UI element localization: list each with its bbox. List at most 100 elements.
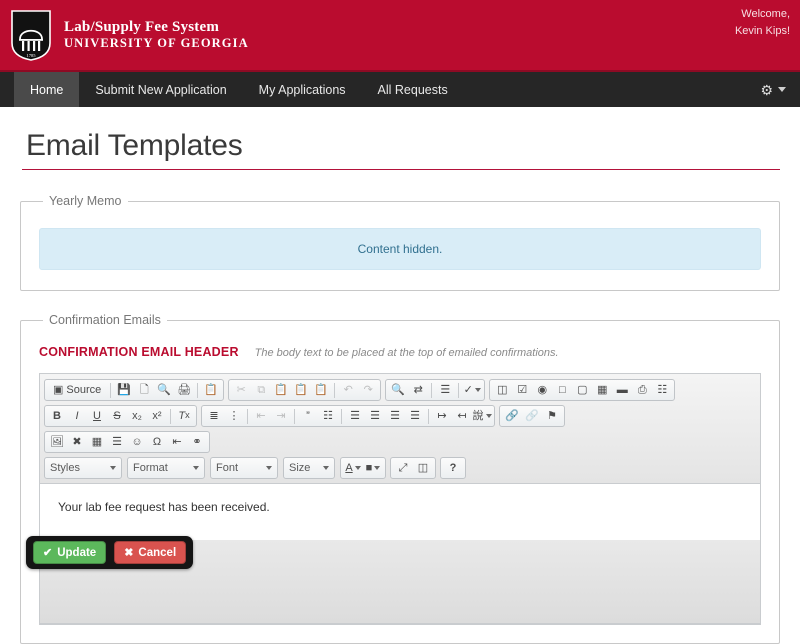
update-button[interactable]: ✔ Update [33,541,107,564]
bulleted-list-icon[interactable]: ⋮ [224,407,244,425]
chevron-down-icon[interactable] [354,466,361,470]
maximize-icon[interactable]: ⤢ [393,459,413,477]
new-page-icon[interactable]: 🗋 [134,381,154,399]
chevron-down-icon[interactable] [193,466,199,470]
editor-toolbar-row-2: B I U S x₂ x² Tx ≣ ⋮ ⇤ ⇥ ” ☷ ☰ ☰ ☰ ☰ ↦ ↤… [42,403,758,429]
rtl-icon[interactable]: ↤ [452,407,472,425]
bg-color-icon[interactable]: ■ [363,459,383,477]
replace-icon[interactable]: ⇄ [408,381,428,399]
table-icon[interactable]: ▦ [87,433,107,451]
rich-text-editor[interactable]: ▣ Source 💾 🗋 🔍 🖨 📋 ✂ ⧉ 📋 📋 📋 ↶ ↷ 🔍 ⇄ ☰ ✓… [39,373,761,625]
underline-icon[interactable]: U [87,407,107,425]
italic-icon[interactable]: I [67,407,87,425]
confirmation-emails-section: Confirmation Emails CONFIRMATION EMAIL H… [20,313,780,644]
divider [294,408,295,424]
page-break-icon[interactable]: ⇤ [167,433,187,451]
source-icon[interactable]: ▣ Source [47,381,107,399]
about-icon[interactable]: ? [443,459,463,477]
language-icon[interactable]: 說 [472,407,492,425]
check-icon: ✔ [43,547,53,559]
strike-icon[interactable]: S [107,407,127,425]
confirmation-email-header-help: The body text to be placed at the top of… [254,347,559,359]
remove-format-icon[interactable]: Tx [174,407,194,425]
text-color-icon[interactable]: A [343,459,363,477]
settings-menu[interactable]: ⚙ [760,72,800,107]
checkbox-icon[interactable]: ☑ [512,381,532,399]
select-all-icon[interactable]: ☰ [435,381,455,399]
editor-content-area[interactable]: Your lab fee request has been received. [40,484,760,540]
anchor-icon[interactable]: ⚑ [542,407,562,425]
indent-icon[interactable]: ⇥ [271,407,291,425]
paste-word-icon[interactable]: 📋 [311,381,331,399]
smiley-icon[interactable]: ☺ [127,433,147,451]
align-left-icon[interactable]: ☰ [345,407,365,425]
image-icon[interactable]: 🖼 [47,433,67,451]
editor-content-text: Your lab fee request has been received. [58,500,270,514]
brand[interactable]: 1785 Lab/Supply Fee System UNIVERSITY OF… [0,9,249,61]
textfield-icon[interactable]: □ [552,381,572,399]
justify-icon[interactable]: ☰ [405,407,425,425]
chevron-down-icon[interactable] [266,466,272,470]
subscript-icon[interactable]: x₂ [127,407,147,425]
select-icon[interactable]: ▦ [592,381,612,399]
form-action-bar: ✔ Update ✖ Cancel [26,536,194,569]
paste-icon[interactable]: 📋 [271,381,291,399]
format-combo-label: Format [133,462,168,474]
nav-item-home[interactable]: Home [14,72,80,107]
button-icon[interactable]: ▬ [612,381,632,399]
divider [458,382,460,398]
form-elements-group: ◫ ☑ ◉ □ ▢ ▦ ▬ ⎙ ☷ [489,379,676,401]
flash-icon[interactable]: ✖ [67,433,87,451]
align-right-icon[interactable]: ☰ [385,407,405,425]
chevron-down-icon[interactable] [778,87,786,92]
nav-item-my-applications[interactable]: My Applications [243,72,362,107]
numbered-list-icon[interactable]: ≣ [204,407,224,425]
cancel-button[interactable]: ✖ Cancel [114,541,187,564]
unlink-icon[interactable]: 🔗 [522,407,542,425]
align-center-icon[interactable]: ☰ [365,407,385,425]
chevron-down-icon[interactable] [485,414,492,418]
blockquote-icon[interactable]: ” [298,407,318,425]
nav-item-all-requests[interactable]: All Requests [362,72,464,107]
font-combo[interactable]: Font [210,457,278,479]
yearly-memo-notice: Content hidden. [39,228,761,270]
chevron-down-icon[interactable] [474,388,481,392]
chevron-down-icon[interactable] [374,466,381,470]
radio-icon[interactable]: ◉ [532,381,552,399]
nav-item-submit-new-application[interactable]: Submit New Application [79,72,242,107]
form-icon[interactable]: ◫ [492,381,512,399]
undo-icon[interactable]: ↶ [338,381,358,399]
bold-icon[interactable]: B [47,407,67,425]
styles-combo[interactable]: Styles [44,457,122,479]
preview-icon[interactable]: 🔍 [154,381,174,399]
find-icon[interactable]: 🔍 [388,381,408,399]
redo-icon[interactable]: ↷ [358,381,378,399]
textarea-icon[interactable]: ▢ [572,381,592,399]
save-icon[interactable]: 💾 [114,381,134,399]
page-title: Email Templates [26,129,243,162]
print-icon[interactable]: 🖨 [174,381,194,399]
size-combo[interactable]: Size [283,457,335,479]
imagebutton-icon[interactable]: ⎙ [632,381,652,399]
copy-icon[interactable]: ⧉ [251,381,271,399]
spellcheck-icon[interactable]: ✓ [462,381,482,399]
styles-combo-label: Styles [50,462,80,474]
horizontal-rule-icon[interactable]: ☰ [107,433,127,451]
outdent-icon[interactable]: ⇤ [251,407,271,425]
iframe-icon[interactable]: ⚭ [187,433,207,451]
ltr-icon[interactable]: ↦ [432,407,452,425]
superscript-icon[interactable]: x² [147,407,167,425]
gear-icon[interactable]: ⚙ [760,83,773,97]
chevron-down-icon[interactable] [110,466,116,470]
link-icon[interactable]: 🔗 [502,407,522,425]
templates-icon[interactable]: 📋 [201,381,221,399]
format-combo[interactable]: Format [127,457,205,479]
hiddenfield-icon[interactable]: ☷ [652,381,672,399]
show-blocks-icon[interactable]: ◫ [413,459,433,477]
cut-icon[interactable]: ✂ [231,381,251,399]
chevron-down-icon[interactable] [323,466,329,470]
paste-text-icon[interactable]: 📋 [291,381,311,399]
special-char-icon[interactable]: Ω [147,433,167,451]
create-div-icon[interactable]: ☷ [318,407,338,425]
brand-subtitle: UNIVERSITY OF GEORGIA [64,35,249,50]
